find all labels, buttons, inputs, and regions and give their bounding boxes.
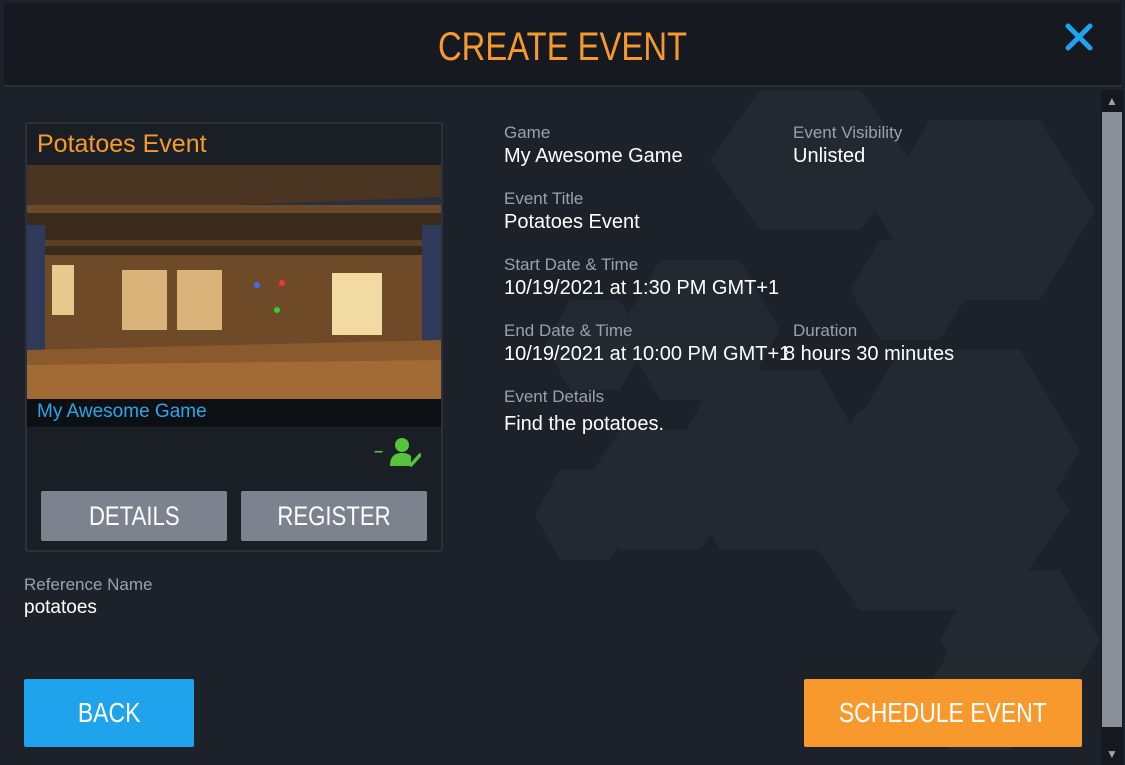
scroll-down-icon[interactable]: ▼ [1101, 745, 1123, 763]
vertical-scrollbar[interactable]: ▲ ▼ [1101, 90, 1123, 765]
register-button-label: REGISTER [277, 501, 391, 531]
duration-label: Duration [793, 321, 858, 340]
schedule-event-button-label: SCHEDULE EVENT [839, 697, 1047, 728]
event-title-label: Event Title [504, 189, 584, 208]
back-button-label: BACK [77, 697, 141, 728]
details-button-label: DETAILS [88, 501, 180, 531]
schedule-event-button[interactable]: SCHEDULE EVENT [804, 679, 1082, 747]
event-title-value: Potatoes Event [504, 211, 640, 233]
game-value: My Awesome Game [504, 145, 683, 167]
visibility-label: Event Visibility [793, 123, 903, 142]
details-button[interactable]: DETAILS [41, 491, 227, 541]
game-label: Game [504, 123, 551, 142]
duration-value: 8 hours 30 minutes [784, 343, 955, 365]
register-button[interactable]: REGISTER [241, 491, 427, 541]
reference-name-label: Reference Name [24, 575, 153, 594]
reference-name-value: potatoes [24, 597, 97, 618]
visibility-value: Unlisted [793, 145, 866, 167]
end-date-value: 10/19/2021 at 10:00 PM GMT+1 [504, 343, 791, 365]
scroll-up-icon[interactable]: ▲ [1101, 92, 1123, 110]
back-button[interactable]: BACK [24, 679, 194, 747]
game-name-bar: My Awesome Game [27, 399, 441, 427]
thumbnail-image [27, 165, 441, 399]
user-check-icon [390, 438, 421, 467]
event-card-title: Potatoes Event [37, 130, 207, 158]
close-button[interactable] [1059, 17, 1099, 57]
event-preview-card: Potatoes Event My Awesome Game – DETAILS… [25, 122, 443, 552]
registration-status: – [374, 436, 421, 468]
registration-count: – [374, 443, 383, 460]
end-date-label: End Date & Time [504, 321, 633, 340]
game-link[interactable]: My Awesome Game [37, 401, 207, 423]
page-title: CREATE EVENT [437, 25, 688, 69]
scroll-thumb[interactable] [1102, 112, 1122, 727]
event-details-value: Find the potatoes. [504, 413, 665, 435]
game-thumbnail [27, 165, 441, 399]
start-date-value: 10/19/2021 at 1:30 PM GMT+1 [504, 277, 780, 299]
dialog-header: CREATE EVENT [4, 3, 1121, 87]
close-icon [1065, 23, 1093, 51]
create-event-dialog: CREATE EVENT Potatoes Event My Awesome G… [0, 0, 1125, 765]
start-date-label: Start Date & Time [504, 255, 639, 274]
event-details-label: Event Details [504, 387, 605, 406]
